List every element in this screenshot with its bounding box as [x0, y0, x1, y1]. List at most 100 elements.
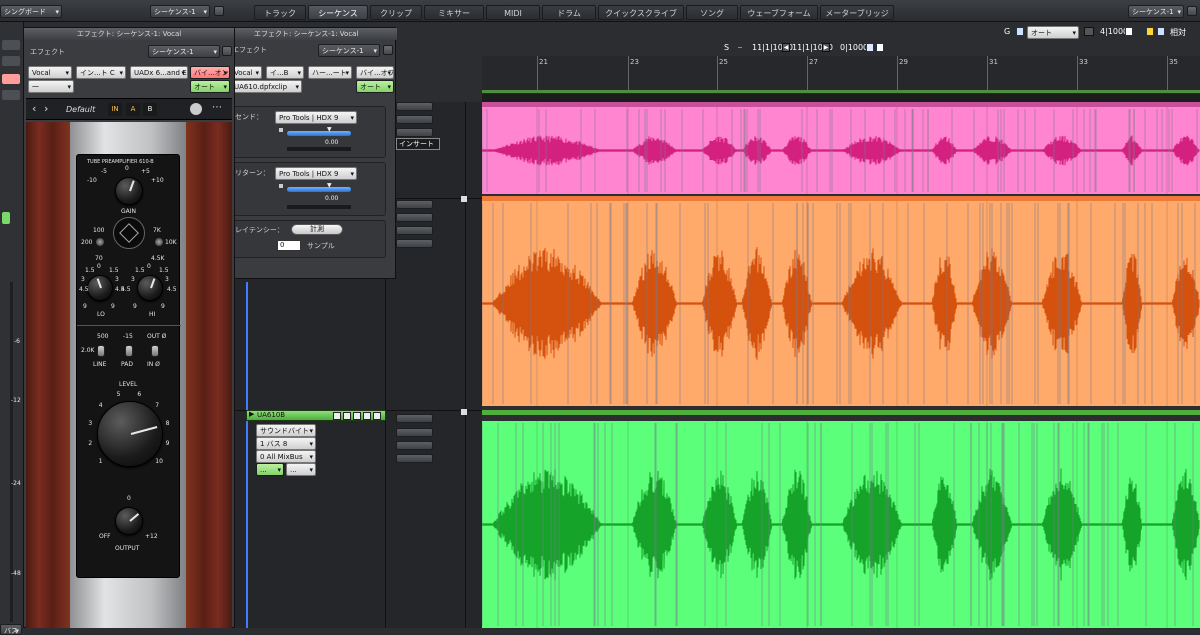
track-button[interactable] — [396, 226, 433, 235]
input-button[interactable]: IN — [108, 103, 122, 116]
b-button[interactable]: B — [143, 103, 157, 116]
zoom-icon[interactable] — [876, 43, 884, 52]
grid-toggle-icon[interactable] — [1016, 27, 1024, 36]
track-button[interactable] — [396, 128, 433, 137]
plugin-auto-dropdown[interactable]: オート — [190, 80, 230, 93]
tab-9[interactable]: メーターブリッジ — [820, 5, 894, 20]
send-slot-dropdown[interactable]: イ...B — [266, 66, 304, 79]
relative-toggle-icon[interactable] — [1157, 27, 1165, 36]
send-hw-dropdown[interactable]: ハー...ート — [308, 66, 352, 79]
track-button[interactable] — [396, 414, 433, 423]
output-knob[interactable] — [115, 507, 143, 535]
plugin-menu-icon[interactable] — [222, 46, 232, 56]
return-level-slider[interactable] — [287, 187, 351, 192]
expand-icon[interactable] — [461, 196, 467, 202]
return-device-dropdown[interactable]: Pro Tools | HDX 9 — [275, 167, 357, 180]
monitor-icon[interactable] — [363, 412, 371, 420]
return-link-icon[interactable] — [279, 184, 283, 188]
send-device-dropdown[interactable]: Pro Tools | HDX 9 — [275, 111, 357, 124]
ua-option-dropdown-2[interactable]: ... — [286, 463, 316, 476]
prev-preset-icon[interactable]: ‹ — [32, 102, 36, 115]
hi-freq-label: 7K — [153, 227, 161, 234]
track-button[interactable] — [396, 200, 433, 209]
send-link-icon[interactable] — [279, 128, 283, 132]
track-button[interactable] — [396, 115, 433, 124]
plugin-bypass-dropdown[interactable]: バイ...オン — [190, 66, 230, 79]
metronome-icon[interactable] — [1125, 27, 1133, 36]
send-auto-dropdown[interactable]: オート — [356, 80, 394, 93]
expand-icon[interactable] — [461, 409, 467, 415]
bus-dropdown[interactable]: バス — [0, 624, 22, 635]
record-icon[interactable] — [333, 412, 341, 420]
mute-icon[interactable] — [343, 412, 351, 420]
plugin-name-dropdown[interactable]: UADx 6...and EQ — [130, 66, 188, 79]
quantize-icon[interactable] — [1084, 27, 1094, 36]
window-title-dropdown[interactable]: シングボード — [0, 5, 62, 18]
menu-circle-icon[interactable] — [214, 6, 224, 16]
gain-knob[interactable] — [115, 177, 143, 205]
auto-dropdown[interactable]: オート — [1027, 26, 1079, 39]
tab-5[interactable]: ドラム — [542, 5, 596, 20]
hi-eq-knob[interactable] — [137, 275, 163, 301]
phase-toggle[interactable] — [151, 345, 159, 357]
ua-bus-dropdown[interactable]: 1 バス 8 — [256, 437, 316, 450]
ua-source-dropdown[interactable]: サウンドバイト — [256, 424, 316, 437]
tab-6[interactable]: クイックスクライブ — [598, 5, 684, 20]
sequence-dropdown-left[interactable]: シーケンス-1 — [150, 5, 210, 18]
solo-icon[interactable] — [353, 412, 361, 420]
track-button[interactable] — [396, 102, 433, 111]
ua-option-dropdown[interactable]: ... — [256, 463, 284, 476]
send-file-dropdown[interactable]: UA610.dpfxclip — [230, 80, 302, 93]
lo-freq-selector[interactable] — [96, 238, 104, 246]
orange-waveform-lane[interactable] — [482, 201, 1200, 406]
measure-button[interactable]: 計測 — [291, 224, 343, 235]
snap-icon[interactable] — [866, 43, 874, 52]
track-button[interactable] — [396, 213, 433, 222]
send-slider-handle-icon[interactable]: ▼ — [327, 126, 332, 133]
return-slider-handle-icon[interactable]: ▼ — [327, 182, 332, 189]
marker-icon[interactable] — [1146, 27, 1154, 36]
uad-logo-icon[interactable] — [190, 103, 202, 115]
level-knob[interactable] — [97, 401, 163, 467]
ua-mixbus-dropdown[interactable]: 0 All MixBus — [256, 450, 316, 463]
track-button[interactable] — [396, 441, 433, 450]
track-button[interactable] — [396, 428, 433, 437]
menu-circle-icon-right[interactable] — [1187, 6, 1197, 16]
send-level-slider[interactable] — [287, 131, 351, 136]
lo-eq-knob[interactable] — [87, 275, 113, 301]
tab-8[interactable]: ウェーブフォーム — [740, 5, 818, 20]
tab-2[interactable]: クリップ — [370, 5, 422, 20]
plugin-track-dropdown[interactable]: Vocal — [28, 66, 72, 79]
plugin-preset-dropdown[interactable]: 一 — [28, 80, 74, 93]
pink-waveform-lane[interactable] — [482, 107, 1200, 194]
tab-4[interactable]: MIDI — [486, 5, 540, 20]
prev-icon[interactable]: ◀ — [782, 43, 790, 52]
send-bypass-dropdown[interactable]: バイ...オフ — [356, 66, 394, 79]
track-button[interactable] — [396, 239, 433, 248]
samples-field[interactable]: 0 — [277, 240, 301, 251]
tempo-value[interactable]: 4|1000 — [1100, 27, 1128, 36]
next-preset-icon[interactable]: › — [44, 102, 48, 115]
tab-1[interactable]: シーケンス — [308, 5, 368, 20]
a-button[interactable]: A — [126, 103, 140, 116]
pad-toggle[interactable] — [125, 345, 133, 357]
edit-icon[interactable] — [373, 412, 381, 420]
tab-0[interactable]: トラック — [254, 5, 306, 20]
send-menu-icon[interactable] — [383, 45, 393, 55]
tab-7[interactable]: ソング — [686, 5, 738, 20]
plugin-insert-dropdown[interactable]: イン...ト C — [76, 66, 126, 79]
next-icon[interactable]: ▶ — [822, 43, 830, 52]
send-seq-dropdown[interactable]: シーケンス-1 — [318, 44, 380, 57]
length-time[interactable]: 0|1000 — [840, 43, 868, 52]
green-waveform-lane[interactable] — [482, 421, 1200, 628]
track-button[interactable] — [396, 454, 433, 463]
ua-track-name-bar[interactable]: ▶ UA610B — [246, 410, 386, 421]
timeline-ruler[interactable]: 21 23 25 27 29 31 33 35 — [482, 56, 1200, 102]
plugin-seq-dropdown[interactable]: シーケンス-1 — [148, 45, 220, 58]
tab-3[interactable]: ミキサー — [424, 5, 484, 20]
hi-freq-selector[interactable] — [155, 238, 163, 246]
line-toggle[interactable] — [97, 345, 105, 357]
sequence-dropdown-right[interactable]: シーケンス-1 — [1128, 5, 1184, 18]
more-options-icon[interactable]: ⋯ — [212, 102, 222, 113]
preset-name[interactable]: Default — [66, 105, 95, 114]
